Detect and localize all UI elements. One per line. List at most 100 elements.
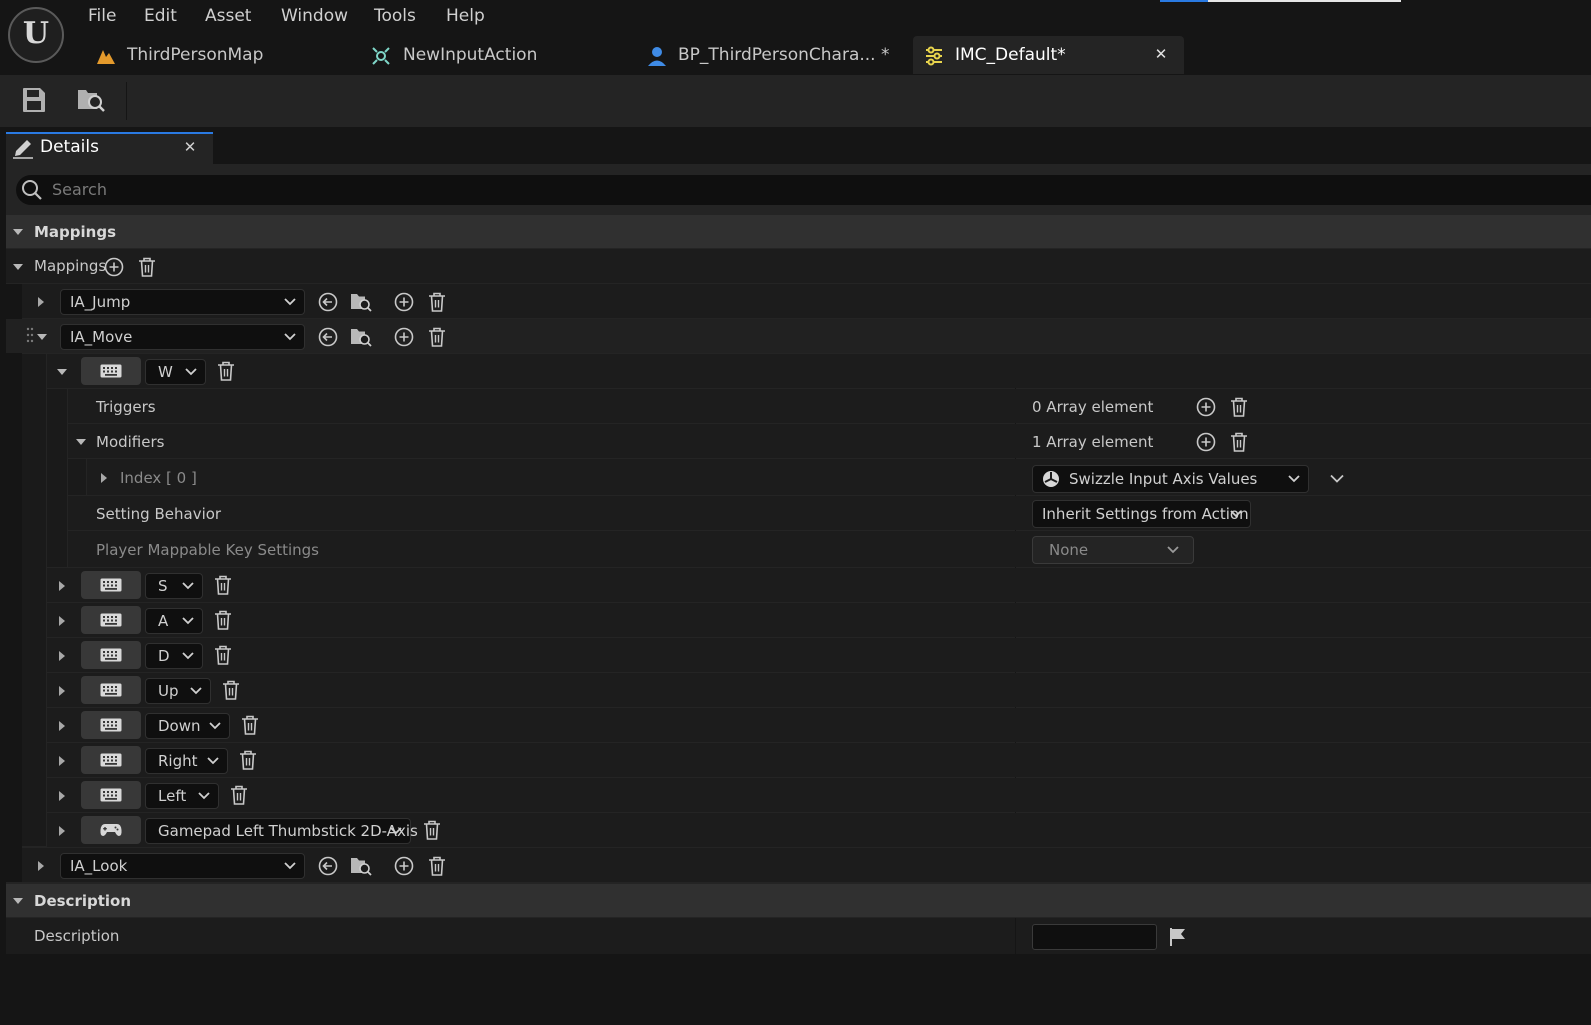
- localization-flag-icon[interactable]: [1168, 927, 1188, 947]
- modifiers-row: [68, 424, 1591, 458]
- key-combo-s[interactable]: S: [145, 573, 203, 599]
- menu-window[interactable]: Window: [281, 5, 348, 27]
- delete-key-icon[interactable]: [215, 360, 237, 382]
- tab-third-person-map[interactable]: ThirdPersonMap: [95, 36, 345, 74]
- close-tab-icon[interactable]: ✕: [1151, 44, 1171, 64]
- keyboard-key-selector[interactable]: [81, 571, 141, 599]
- keyboard-key-selector[interactable]: [81, 676, 141, 704]
- delete-action-icon[interactable]: [426, 855, 448, 877]
- browse-asset-icon[interactable]: [350, 855, 372, 877]
- action-combo-ia-move[interactable]: IA_Move: [60, 324, 305, 350]
- close-details-icon[interactable]: ✕: [180, 136, 200, 158]
- player-mappable-combo[interactable]: None: [1032, 536, 1194, 564]
- delete-modifiers-icon[interactable]: [1228, 431, 1250, 453]
- expand-arrow-icon[interactable]: [56, 650, 68, 662]
- use-selected-asset-icon[interactable]: [317, 291, 339, 313]
- collapse-arrow-icon[interactable]: [36, 331, 48, 343]
- delete-all-icon[interactable]: [136, 256, 158, 278]
- unreal-logo-icon[interactable]: U: [8, 7, 64, 63]
- expand-arrow-icon[interactable]: [98, 472, 110, 484]
- keyboard-icon: [100, 683, 122, 697]
- chevron-down-icon: [182, 652, 194, 660]
- tab-new-input-action[interactable]: NewInputAction: [370, 36, 620, 74]
- keyboard-key-selector[interactable]: [81, 711, 141, 739]
- key-combo-down[interactable]: Down: [145, 713, 230, 739]
- delete-action-icon[interactable]: [426, 291, 448, 313]
- delete-key-icon[interactable]: [237, 749, 259, 771]
- expand-arrow-icon[interactable]: [56, 615, 68, 627]
- menu-file[interactable]: File: [88, 5, 116, 27]
- expand-arrow-icon[interactable]: [56, 755, 68, 767]
- delete-action-icon[interactable]: [426, 326, 448, 348]
- setting-behavior-row: [68, 496, 1591, 530]
- description-input[interactable]: [1032, 924, 1157, 950]
- add-trigger-icon[interactable]: [1195, 396, 1217, 418]
- browse-asset-icon[interactable]: [350, 326, 372, 348]
- action-combo-ia-jump[interactable]: IA_Jump: [60, 289, 305, 315]
- indent-guide: [68, 459, 86, 495]
- add-element-icon[interactable]: [103, 256, 125, 278]
- chevron-down-icon: [284, 298, 296, 306]
- modifier-options-chevron-icon[interactable]: [1330, 474, 1344, 484]
- expand-arrow-icon[interactable]: [56, 720, 68, 732]
- setting-behavior-value: Inherit Settings from Action: [1042, 505, 1249, 523]
- collapse-arrow-icon[interactable]: [12, 895, 24, 907]
- key-combo-gamepad-left-thumbstick[interactable]: Gamepad Left Thumbstick 2D-Axis: [145, 818, 418, 844]
- keyboard-key-selector[interactable]: [81, 606, 141, 634]
- browse-asset-icon[interactable]: [350, 291, 372, 313]
- expand-arrow-icon[interactable]: [56, 825, 68, 837]
- keyboard-key-selector[interactable]: [81, 641, 141, 669]
- action-combo-label: IA_Look: [70, 857, 128, 875]
- key-combo-right[interactable]: Right: [145, 748, 228, 774]
- expand-arrow-icon[interactable]: [56, 580, 68, 592]
- collapse-arrow-icon[interactable]: [75, 436, 87, 448]
- keyboard-key-selector[interactable]: [81, 746, 141, 774]
- modifier-class-combo[interactable]: Swizzle Input Axis Values: [1032, 465, 1309, 493]
- tab-bp-third-person-character[interactable]: BP_ThirdPersonChara... *: [646, 36, 906, 74]
- expand-arrow-icon[interactable]: [56, 790, 68, 802]
- delete-key-icon[interactable]: [212, 574, 234, 596]
- collapse-arrow-icon[interactable]: [12, 261, 24, 273]
- tab-imc-default[interactable]: IMC_Default*: [913, 36, 1184, 74]
- save-icon[interactable]: [22, 87, 46, 113]
- delete-key-icon[interactable]: [421, 819, 443, 841]
- gamepad-key-selector[interactable]: [81, 816, 141, 844]
- delete-key-icon[interactable]: [220, 679, 242, 701]
- menu-edit[interactable]: Edit: [144, 5, 177, 27]
- drag-handle-icon[interactable]: [26, 326, 34, 344]
- keyboard-key-selector[interactable]: [81, 357, 141, 385]
- delete-key-icon[interactable]: [228, 784, 250, 806]
- add-key-mapping-icon[interactable]: [393, 326, 415, 348]
- menu-help[interactable]: Help: [446, 5, 485, 27]
- use-selected-asset-icon[interactable]: [317, 855, 339, 877]
- mappings-category-header[interactable]: [6, 215, 1591, 248]
- add-key-mapping-icon[interactable]: [393, 855, 415, 877]
- action-combo-ia-look[interactable]: IA_Look: [60, 853, 305, 879]
- menu-asset[interactable]: Asset: [205, 5, 251, 27]
- expand-arrow-icon[interactable]: [35, 296, 47, 308]
- browse-content-icon[interactable]: [77, 87, 105, 113]
- add-key-mapping-icon[interactable]: [393, 291, 415, 313]
- key-combo-left[interactable]: Left: [145, 783, 219, 809]
- collapse-arrow-icon[interactable]: [12, 226, 24, 238]
- description-category-header[interactable]: [6, 884, 1591, 917]
- expand-arrow-icon[interactable]: [35, 860, 47, 872]
- key-combo-d[interactable]: D: [145, 643, 203, 669]
- search-input[interactable]: [16, 175, 1591, 205]
- delete-triggers-icon[interactable]: [1228, 396, 1250, 418]
- add-modifier-icon[interactable]: [1195, 431, 1217, 453]
- collapse-arrow-icon[interactable]: [56, 366, 68, 378]
- mappings-category-label: Mappings: [34, 223, 117, 241]
- setting-behavior-combo[interactable]: Inherit Settings from Action: [1032, 500, 1251, 528]
- delete-key-icon[interactable]: [212, 609, 234, 631]
- key-combo-up[interactable]: Up: [145, 678, 211, 704]
- menu-tools[interactable]: Tools: [374, 5, 416, 27]
- expand-arrow-icon[interactable]: [56, 685, 68, 697]
- use-selected-asset-icon[interactable]: [317, 326, 339, 348]
- keyboard-key-selector[interactable]: [81, 781, 141, 809]
- key-combo-w[interactable]: W: [145, 359, 206, 385]
- key-combo-a[interactable]: A: [145, 608, 203, 634]
- delete-key-icon[interactable]: [212, 644, 234, 666]
- delete-key-icon[interactable]: [239, 714, 261, 736]
- modifier-index-row: [87, 459, 1591, 495]
